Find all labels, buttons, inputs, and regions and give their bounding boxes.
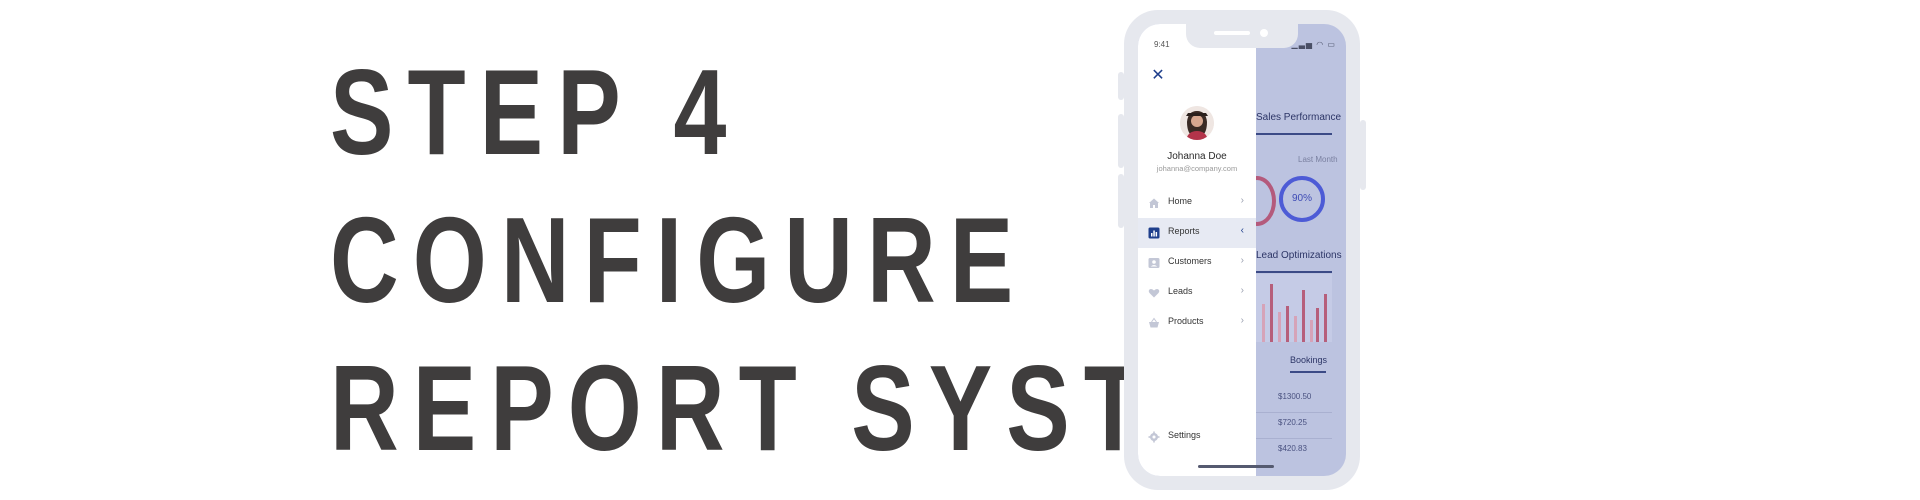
menu-label: Leads (1168, 286, 1193, 296)
close-icon[interactable]: ✕ (1150, 68, 1166, 84)
lead-optimizations-underline (1256, 271, 1332, 273)
menu-item-settings[interactable]: Settings (1138, 422, 1256, 448)
booking-value: $420.83 (1278, 444, 1307, 453)
menu-item-leads[interactable]: Leads › (1138, 278, 1256, 308)
navigation-drawer: 9:41 ✕ Johanna Doe johanna@company.com H… (1138, 24, 1256, 476)
home-icon (1149, 198, 1159, 208)
menu-label: Reports (1168, 226, 1200, 236)
sales-performance-title: Sales Performance (1256, 112, 1342, 123)
chevron-left-icon: ‹ (1240, 225, 1244, 236)
lead-bar-chart (1256, 274, 1332, 342)
bar (1310, 320, 1313, 342)
lead-optimizations-title: Lead Optimizations (1256, 250, 1342, 261)
bar (1324, 294, 1327, 342)
menu-item-customers[interactable]: Customers › (1138, 248, 1256, 278)
menu-item-home[interactable]: Home › (1138, 188, 1256, 218)
sales-performance-underline (1256, 133, 1332, 135)
profile-email: johanna@company.com (1156, 164, 1238, 173)
bar (1278, 312, 1281, 342)
last-month-percentage: 90% (1291, 193, 1312, 204)
menu-label: Customers (1168, 256, 1212, 266)
status-icons: ▁▃▅ ◠ ▭ (1291, 40, 1336, 49)
heart-icon (1148, 288, 1160, 298)
drawer-menu: Home › Reports ‹ Customers › Leads › Pro… (1138, 188, 1256, 338)
home-indicator[interactable] (1198, 465, 1274, 468)
volume-up-button (1118, 114, 1124, 168)
chevron-right-icon: › (1240, 285, 1244, 296)
bar (1302, 290, 1305, 342)
bar-chart-icon (1148, 227, 1160, 239)
phone-mockup: ▁▃▅ ◠ ▭ Sales Performance Last Month 90%… (1118, 10, 1366, 490)
bar (1316, 308, 1319, 342)
chevron-right-icon: › (1240, 195, 1244, 206)
last-month-label: Last Month (1298, 155, 1338, 164)
phone-notch (1186, 24, 1298, 48)
menu-label: Home (1168, 196, 1193, 206)
menu-label: Products (1168, 316, 1204, 326)
front-camera (1260, 29, 1268, 37)
basket-icon (1149, 317, 1159, 328)
speaker-grille (1214, 31, 1250, 35)
chevron-right-icon: › (1240, 255, 1244, 266)
bookings-underline (1290, 371, 1326, 373)
profile-name: Johanna Doe (1167, 151, 1227, 162)
avatar[interactable] (1180, 106, 1214, 140)
booking-value: $720.25 (1278, 418, 1307, 427)
headline: STEP 4 CONFIGURE REPORT SYSTEM (330, 38, 1608, 482)
status-time: 9:41 (1154, 40, 1170, 49)
booking-divider (1256, 412, 1332, 413)
bar (1294, 316, 1297, 342)
bar (1270, 284, 1273, 342)
volume-down-button (1118, 174, 1124, 228)
menu-item-products[interactable]: Products › (1138, 308, 1256, 338)
power-button (1360, 120, 1366, 190)
bookings-label: Bookings (1290, 355, 1328, 365)
contact-card-icon (1148, 258, 1160, 268)
settings-label: Settings (1168, 430, 1201, 440)
chevron-right-icon: › (1240, 315, 1244, 326)
booking-divider (1256, 438, 1332, 439)
bar (1262, 304, 1265, 342)
menu-item-reports[interactable]: Reports ‹ (1138, 218, 1256, 248)
bar (1286, 306, 1289, 342)
mute-switch (1118, 72, 1124, 100)
phone-screen: ▁▃▅ ◠ ▭ Sales Performance Last Month 90%… (1138, 24, 1346, 476)
gear-icon (1148, 431, 1160, 443)
booking-value: $1300.50 (1278, 392, 1312, 401)
